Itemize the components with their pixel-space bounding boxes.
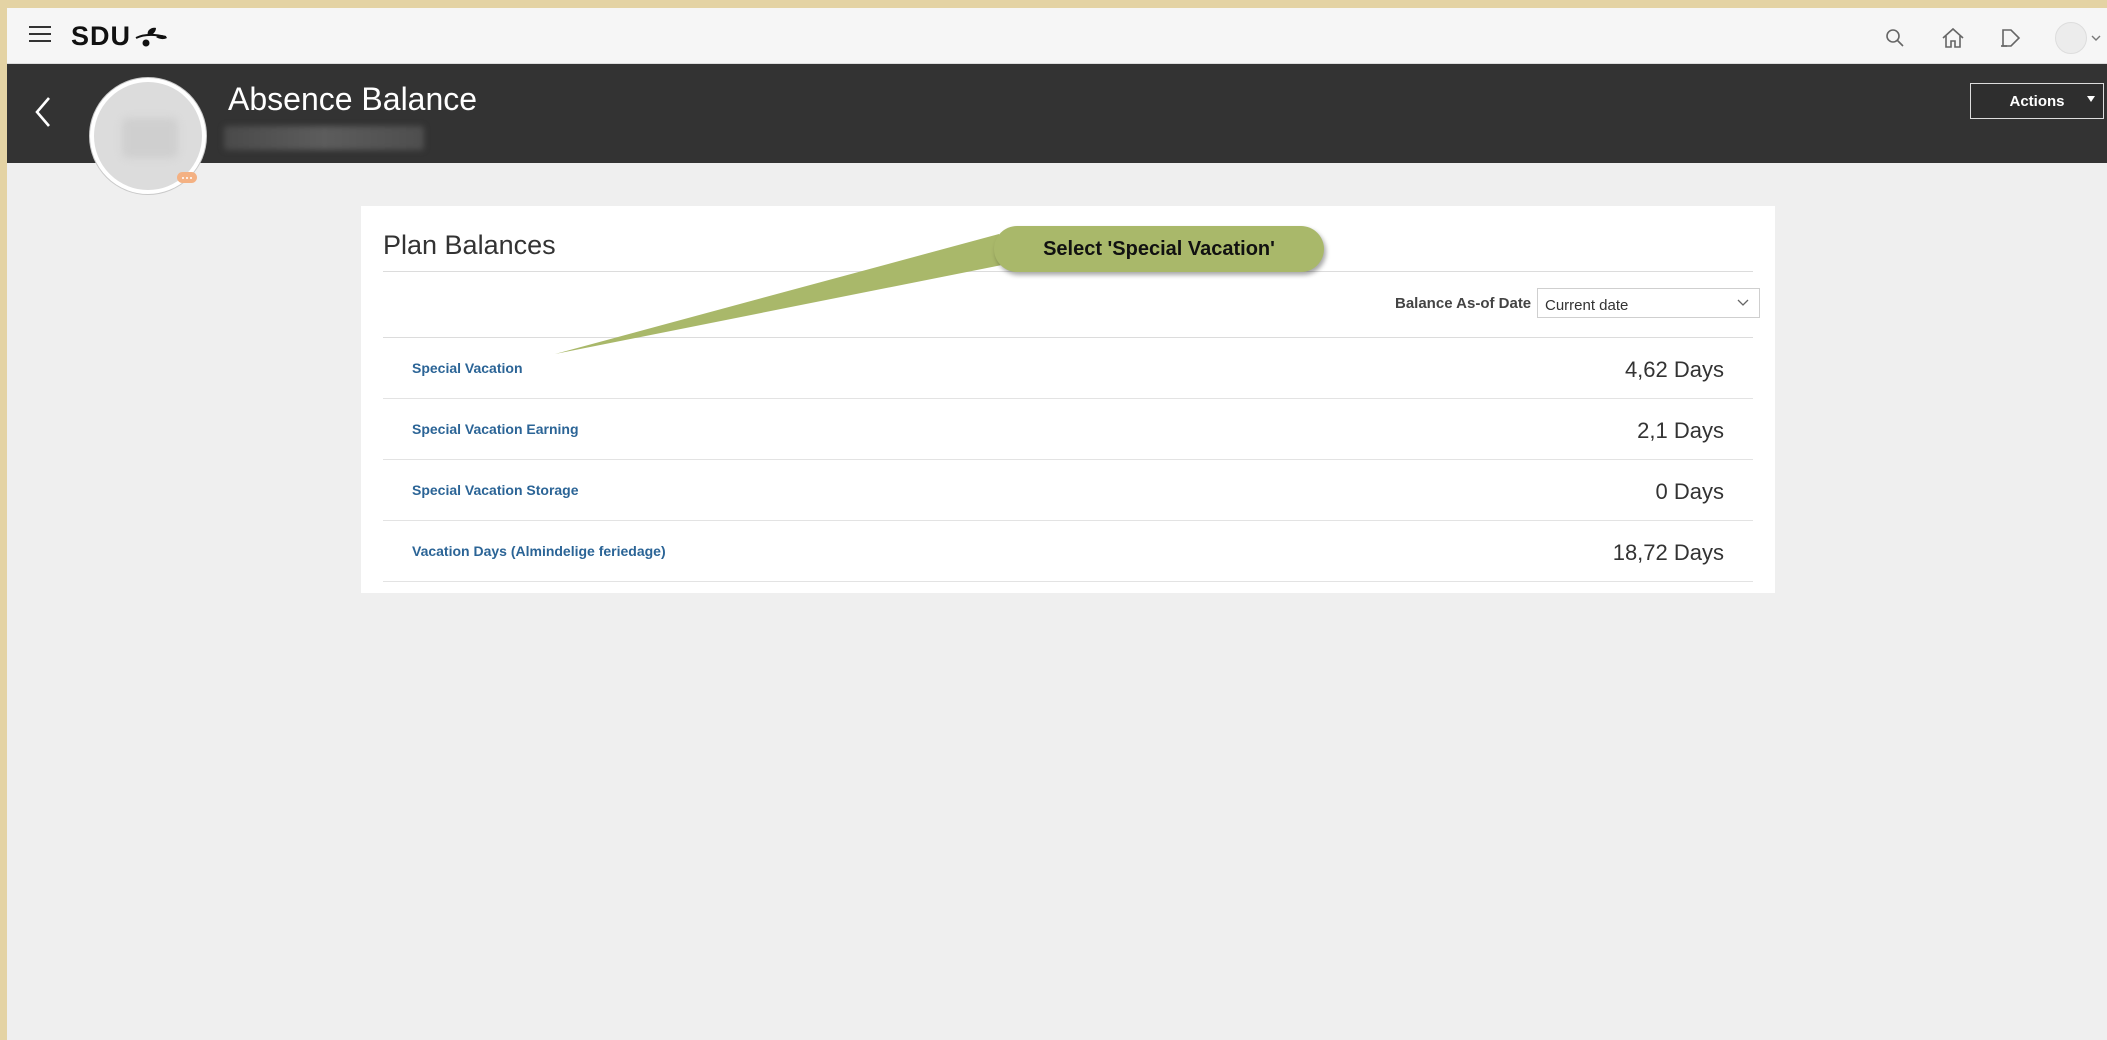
- menu-icon[interactable]: [29, 26, 51, 44]
- back-icon[interactable]: [29, 92, 59, 132]
- plan-balance-value: 2,1 Days: [1637, 418, 1724, 443]
- as-of-date-select[interactable]: Current date: [1537, 288, 1760, 318]
- plan-link-special-vacation-earning[interactable]: Special Vacation Earning: [412, 421, 579, 437]
- list-item: Special Vacation 4,62 Days: [383, 338, 1753, 399]
- as-of-date-label: Balance As-of Date: [1395, 295, 1532, 312]
- card-title: Plan Balances: [383, 230, 556, 260]
- callout-text: Select 'Special Vacation': [1043, 237, 1275, 260]
- notifications-icon[interactable]: [1997, 24, 2025, 52]
- list-item: Vacation Days (Almindelige feriedage) 18…: [383, 521, 1753, 582]
- logo-text: SDU: [71, 21, 132, 51]
- chevron-down-icon[interactable]: [2091, 34, 2101, 42]
- sdu-logo[interactable]: SDU: [71, 21, 168, 52]
- more-options-badge[interactable]: [177, 172, 197, 183]
- list-item: Special Vacation Storage 0 Days: [383, 460, 1753, 521]
- as-of-date-value: Current date: [1545, 297, 1629, 314]
- balances-list: Special Vacation 4,62 Days Special Vacat…: [383, 338, 1753, 582]
- tutorial-callout: Select 'Special Vacation': [994, 226, 1324, 272]
- person-name-redacted: [224, 126, 424, 150]
- global-header: SDU: [7, 8, 2107, 64]
- plan-link-vacation-days[interactable]: Vacation Days (Almindelige feriedage): [412, 543, 666, 559]
- page-title: Absence Balance: [228, 81, 478, 117]
- dropdown-caret-icon: [2087, 96, 2095, 102]
- list-item: Special Vacation Earning 2,1 Days: [383, 399, 1753, 460]
- logo-leaf-icon: [135, 27, 168, 46]
- plan-balance-value: 4,62 Days: [1624, 357, 1724, 382]
- chevron-down-icon: [1737, 299, 1749, 306]
- actions-label: Actions: [2009, 92, 2065, 110]
- plan-balance-value: 18,72 Days: [1612, 540, 1724, 565]
- app-frame: SDU Absence Balance Actions Plan Balance…: [7, 8, 2107, 1040]
- search-icon[interactable]: [1881, 24, 1909, 52]
- plan-link-special-vacation[interactable]: Special Vacation: [412, 360, 523, 376]
- plan-link-special-vacation-storage[interactable]: Special Vacation Storage: [412, 482, 579, 498]
- plan-balance-value: 0 Days: [1655, 479, 1724, 504]
- user-avatar[interactable]: [2055, 22, 2087, 54]
- home-icon[interactable]: [1939, 24, 1967, 52]
- actions-button[interactable]: Actions: [1970, 83, 2104, 119]
